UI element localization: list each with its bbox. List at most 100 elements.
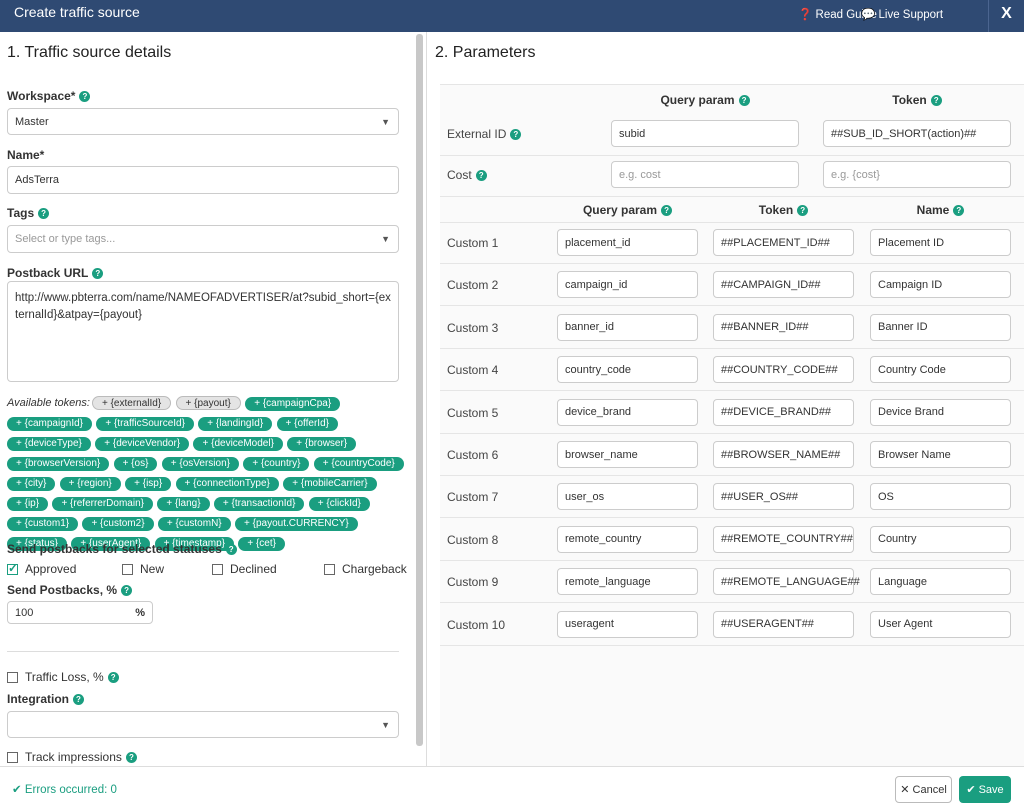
- help-icon[interactable]: ?: [661, 205, 673, 217]
- query-param-input[interactable]: useragent: [557, 610, 698, 638]
- token-input[interactable]: ##COUNTRY_CODE##: [713, 356, 854, 384]
- token-chip[interactable]: + {osVersion}: [161, 457, 239, 471]
- token-chip[interactable]: + {campaignCpa}: [245, 397, 341, 411]
- status-checkbox-new[interactable]: New: [122, 562, 164, 576]
- token-input[interactable]: ##BROWSER_NAME##: [713, 441, 854, 468]
- token-input[interactable]: ##USERAGENT##: [713, 610, 854, 638]
- help-icon[interactable]: ?: [125, 751, 137, 763]
- token-input[interactable]: ##USER_OS##: [713, 483, 854, 511]
- token-input[interactable]: ##BANNER_ID##: [713, 313, 854, 341]
- token-chip[interactable]: + {custom1}: [7, 517, 79, 531]
- name-input[interactable]: User Agent: [870, 610, 1011, 638]
- help-icon[interactable]: ?: [475, 170, 487, 182]
- name-input[interactable]: Placement ID: [870, 229, 1011, 256]
- query-param-input[interactable]: user_os: [557, 483, 698, 511]
- track-impressions-checkbox[interactable]: Track impressions?: [7, 750, 137, 764]
- traffic-loss-checkbox[interactable]: Traffic Loss, %?: [7, 670, 119, 684]
- token-chip[interactable]: + {landingId}: [198, 417, 273, 431]
- checkbox[interactable]: [122, 563, 133, 575]
- token-chip[interactable]: + {ip}: [7, 497, 49, 511]
- token-chip-used[interactable]: + {externalId}: [91, 396, 172, 410]
- query-param-input[interactable]: placement_id: [557, 229, 698, 256]
- token-chip[interactable]: + {campaignId}: [7, 417, 92, 431]
- name-input[interactable]: OS: [870, 483, 1011, 511]
- name-input[interactable]: Browser Name: [870, 441, 1011, 468]
- query-param-input[interactable]: remote_language: [557, 568, 698, 596]
- query-param-input[interactable]: e.g. cost: [611, 161, 799, 188]
- token-chip[interactable]: + {offerId}: [276, 417, 338, 431]
- token-chip[interactable]: + {browserVersion}: [7, 457, 110, 471]
- status-checkbox-approved[interactable]: Approved: [7, 561, 76, 576]
- token-chip[interactable]: + {os}: [113, 457, 158, 471]
- live-support-link[interactable]: 💬 Live Support: [861, 7, 943, 21]
- name-input[interactable]: Banner ID: [870, 313, 1011, 341]
- help-icon[interactable]: ?: [738, 95, 750, 107]
- help-icon[interactable]: ?: [92, 268, 104, 280]
- token-chip[interactable]: + {isp}: [125, 477, 172, 491]
- tags-input[interactable]: Select or type tags... ▼: [7, 225, 399, 253]
- status-checkbox-declined[interactable]: Declined: [212, 562, 277, 576]
- help-icon[interactable]: ?: [107, 671, 119, 683]
- cancel-button[interactable]: ✕ Cancel: [895, 776, 952, 803]
- postback-url-textarea[interactable]: http://www.pbterra.com/name/NAMEOFADVERT…: [7, 281, 399, 382]
- query-param-input[interactable]: campaign_id: [557, 271, 698, 299]
- token-chip[interactable]: + {lang}: [157, 497, 210, 511]
- token-chip[interactable]: + {country}: [243, 457, 310, 471]
- checkbox[interactable]: [324, 563, 335, 575]
- name-input[interactable]: Language: [870, 568, 1011, 596]
- token-chip[interactable]: + {cet}: [238, 537, 285, 551]
- token-chip[interactable]: + {browser}: [287, 437, 357, 451]
- query-param-input[interactable]: subid: [611, 120, 799, 147]
- token-input[interactable]: ##REMOTE_LANGUAGE##: [713, 568, 860, 596]
- token-chip[interactable]: + {trafficSourceId}: [96, 417, 194, 431]
- status-checkbox-chargeback[interactable]: Chargeback: [324, 562, 407, 576]
- help-icon[interactable]: ?: [38, 208, 50, 220]
- token-chip[interactable]: + {deviceModel}: [193, 437, 283, 451]
- token-chip[interactable]: + {transactionId}: [213, 497, 305, 511]
- token-input[interactable]: ##REMOTE_COUNTRY##: [713, 525, 854, 553]
- name-input[interactable]: Campaign ID: [870, 271, 1011, 299]
- checkbox[interactable]: [7, 671, 18, 683]
- token-input[interactable]: ##DEVICE_BRAND##: [713, 398, 854, 426]
- close-button[interactable]: X: [988, 0, 1024, 32]
- checkbox[interactable]: [7, 751, 18, 763]
- help-icon[interactable]: ?: [797, 205, 809, 217]
- token-chip[interactable]: + {region}: [59, 477, 121, 491]
- token-chip[interactable]: + {connectionType}: [175, 477, 279, 491]
- name-input[interactable]: AdsTerra: [7, 166, 399, 194]
- integration-select[interactable]: ▼: [7, 711, 399, 738]
- token-chip[interactable]: + {customN}: [157, 517, 231, 531]
- token-chip-used[interactable]: + {payout}: [175, 396, 241, 410]
- help-icon[interactable]: ?: [225, 544, 237, 556]
- query-param-input[interactable]: device_brand: [557, 398, 698, 426]
- token-chip[interactable]: + {countryCode}: [313, 457, 404, 471]
- query-param-input[interactable]: browser_name: [557, 441, 698, 468]
- save-button[interactable]: ✔ Save: [959, 776, 1011, 803]
- token-chip[interactable]: + {clickId}: [308, 497, 370, 511]
- help-icon[interactable]: ?: [953, 205, 965, 217]
- token-chip[interactable]: + {mobileCarrier}: [283, 477, 377, 491]
- query-param-input[interactable]: banner_id: [557, 313, 698, 341]
- checkbox[interactable]: [7, 561, 18, 575]
- workspace-select[interactable]: Master ▼: [7, 108, 399, 135]
- token-input[interactable]: ##PLACEMENT_ID##: [713, 229, 854, 256]
- help-icon[interactable]: ?: [79, 91, 91, 103]
- help-icon[interactable]: ?: [930, 95, 942, 107]
- token-input[interactable]: ##CAMPAIGN_ID##: [713, 271, 854, 299]
- query-param-input[interactable]: remote_country: [557, 525, 698, 553]
- help-icon[interactable]: ?: [73, 694, 84, 706]
- send-postbacks-input[interactable]: 100%: [7, 601, 153, 624]
- help-icon[interactable]: ?: [121, 585, 133, 597]
- name-input[interactable]: Country: [870, 525, 1011, 553]
- checkbox[interactable]: [212, 563, 223, 575]
- token-chip[interactable]: + {city}: [7, 477, 56, 491]
- token-chip[interactable]: + {custom2}: [82, 517, 154, 531]
- token-chip[interactable]: + {referrerDomain}: [52, 497, 153, 511]
- token-input[interactable]: ##SUB_ID_SHORT(action)##: [823, 120, 1011, 147]
- query-param-input[interactable]: country_code: [557, 356, 698, 384]
- token-chip[interactable]: + {deviceVendor}: [95, 437, 190, 451]
- name-input[interactable]: Device Brand: [870, 398, 1011, 426]
- token-chip[interactable]: + {deviceType}: [7, 437, 91, 451]
- scrollbar[interactable]: [416, 34, 423, 746]
- name-input[interactable]: Country Code: [870, 356, 1011, 384]
